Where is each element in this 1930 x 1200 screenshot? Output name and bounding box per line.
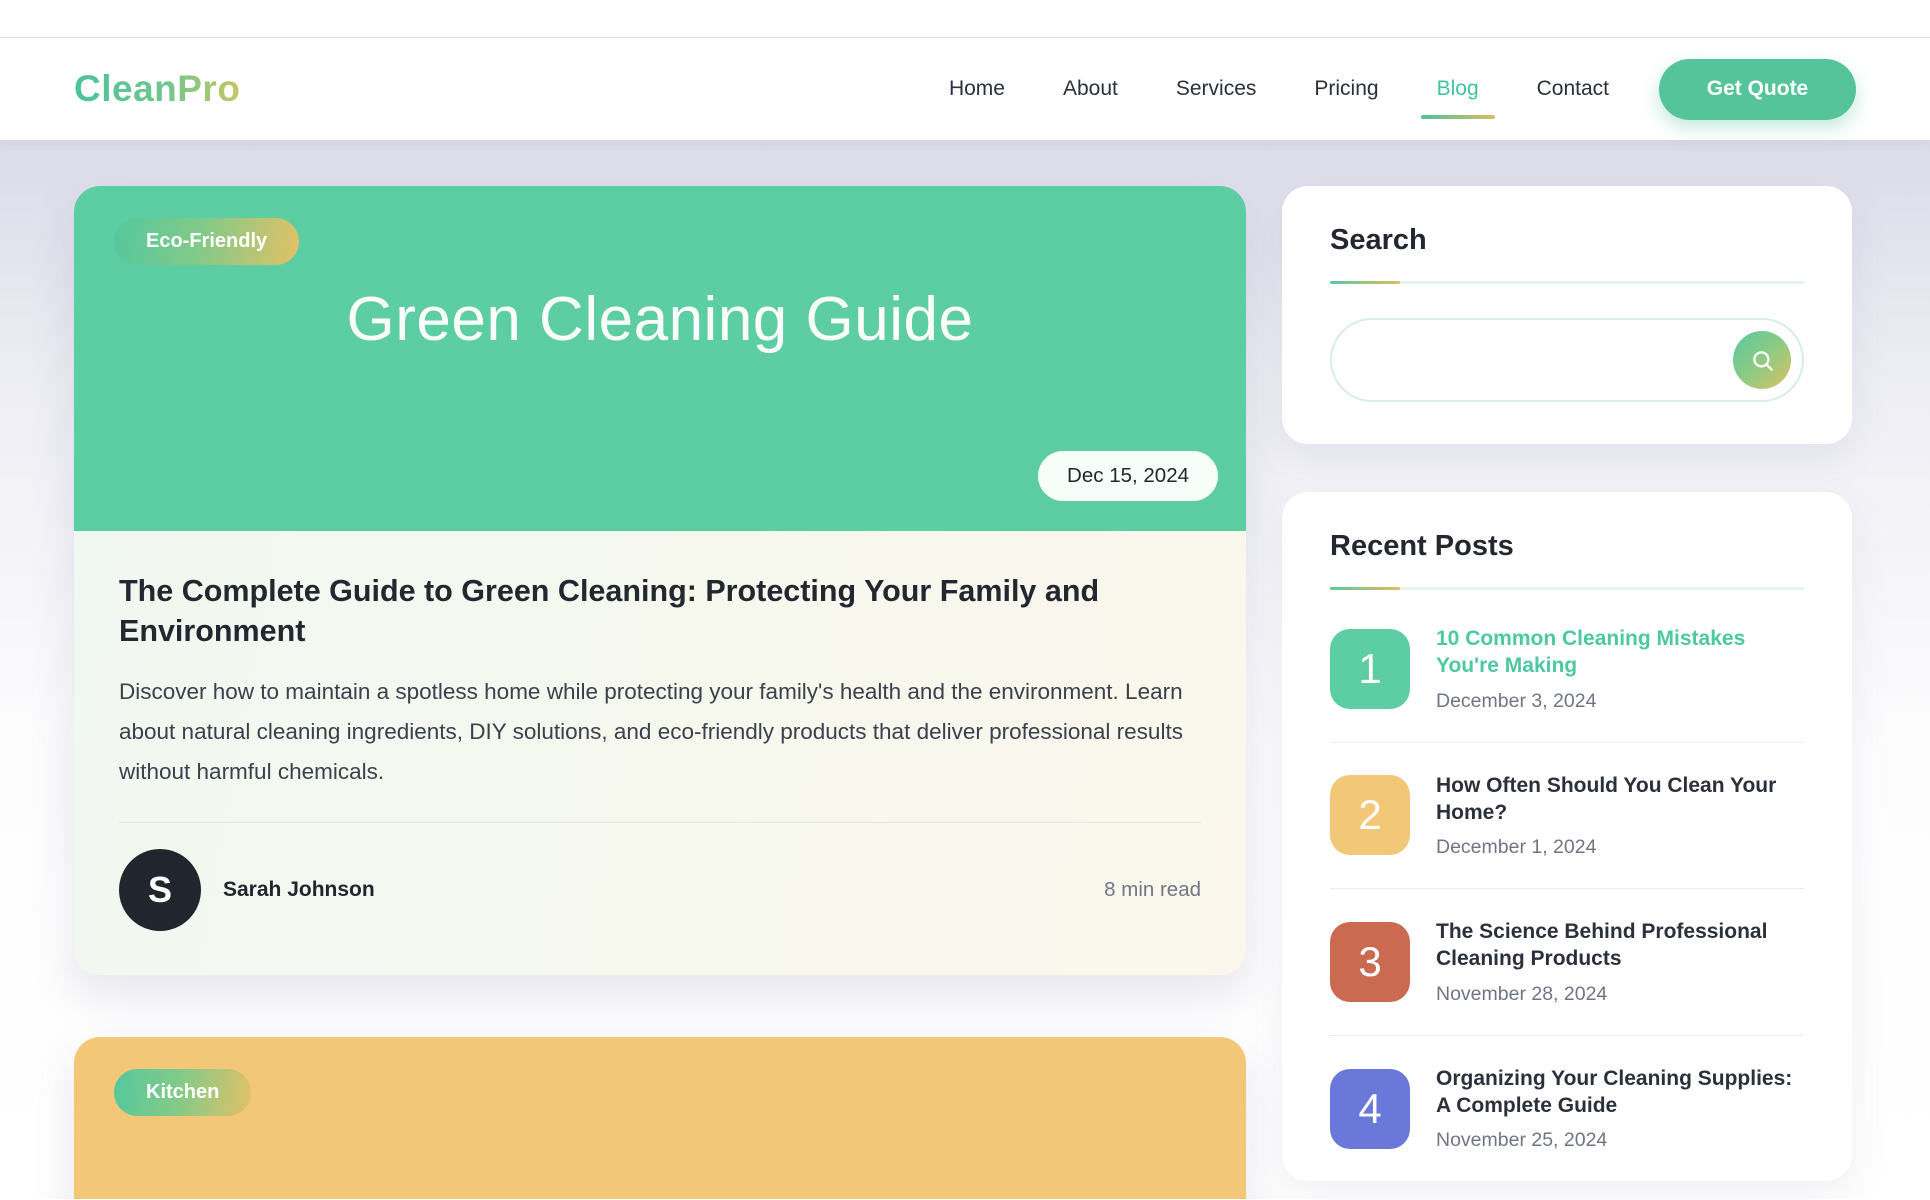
brand-logo[interactable]: CleanPro: [74, 68, 240, 110]
search-heading: Search: [1330, 224, 1804, 257]
heading-underline: [1330, 587, 1804, 590]
site-header: CleanPro Home About Services Pricing Blo…: [0, 38, 1930, 140]
post-number-badge: 2: [1330, 775, 1410, 855]
second-post-card[interactable]: Kitchen: [74, 1037, 1246, 1199]
recent-posts-list: 1 10 Common Cleaning Mistakes You're Mak…: [1330, 596, 1804, 1181]
post-title[interactable]: The Complete Guide to Green Cleaning: Pr…: [119, 571, 1189, 652]
search-row: [1330, 318, 1804, 402]
post-excerpt: Discover how to maintain a spotless home…: [119, 672, 1201, 792]
recent-post-title[interactable]: 10 Common Cleaning Mistakes You're Makin…: [1436, 625, 1804, 680]
recent-post-item[interactable]: 3 The Science Behind Professional Cleani…: [1330, 889, 1804, 1036]
recent-post-item[interactable]: 1 10 Common Cleaning Mistakes You're Mak…: [1330, 596, 1804, 743]
recent-post-date: November 28, 2024: [1436, 983, 1804, 1006]
sidebar: Search Recent Posts 1: [1282, 186, 1852, 1181]
author-avatar: S: [119, 849, 201, 931]
recent-post-item[interactable]: 4 Organizing Your Cleaning Supplies: A C…: [1330, 1036, 1804, 1182]
post-number-badge: 1: [1330, 629, 1410, 709]
recent-post-date: November 25, 2024: [1436, 1129, 1804, 1152]
author-row: S Sarah Johnson 8 min read: [119, 849, 1201, 931]
author-name: Sarah Johnson: [223, 878, 375, 902]
recent-post-info: The Science Behind Professional Cleaning…: [1436, 918, 1804, 1006]
recent-post-date: December 1, 2024: [1436, 836, 1804, 859]
recent-posts-heading: Recent Posts: [1330, 530, 1804, 563]
featured-post-hero: Eco-Friendly Green Cleaning Guide Dec 15…: [74, 186, 1246, 531]
recent-post-info: Organizing Your Cleaning Supplies: A Com…: [1436, 1065, 1804, 1153]
recent-post-info: 10 Common Cleaning Mistakes You're Makin…: [1436, 625, 1804, 713]
nav-link-pricing[interactable]: Pricing: [1314, 77, 1378, 101]
post-number-badge: 4: [1330, 1069, 1410, 1149]
category-badge[interactable]: Kitchen: [114, 1069, 251, 1116]
post-date-pill: Dec 15, 2024: [1038, 451, 1218, 501]
nav-link-about[interactable]: About: [1063, 77, 1118, 101]
divider: [119, 822, 1201, 823]
nav-link-contact[interactable]: Contact: [1537, 77, 1609, 101]
search-icon: [1749, 347, 1776, 374]
category-badge[interactable]: Eco-Friendly: [114, 218, 299, 265]
recent-post-item[interactable]: 2 How Often Should You Clean Your Home? …: [1330, 743, 1804, 890]
nav-link-services[interactable]: Services: [1176, 77, 1257, 101]
main-nav: Home About Services Pricing Blog Contact: [949, 77, 1609, 101]
nav-link-blog[interactable]: Blog: [1437, 77, 1479, 101]
nav-link-home[interactable]: Home: [949, 77, 1005, 101]
blog-main-column: Eco-Friendly Green Cleaning Guide Dec 15…: [74, 186, 1246, 1199]
get-quote-button[interactable]: Get Quote: [1659, 59, 1856, 120]
search-button[interactable]: [1733, 331, 1791, 389]
recent-post-date: December 3, 2024: [1436, 690, 1804, 713]
featured-post-body: The Complete Guide to Green Cleaning: Pr…: [74, 531, 1246, 975]
search-card: Search: [1282, 186, 1852, 444]
recent-post-title[interactable]: Organizing Your Cleaning Supplies: A Com…: [1436, 1065, 1804, 1120]
recent-posts-card: Recent Posts 1 10 Common Cleaning Mistak…: [1282, 492, 1852, 1181]
recent-post-info: How Often Should You Clean Your Home? De…: [1436, 772, 1804, 860]
page-content: Eco-Friendly Green Cleaning Guide Dec 15…: [0, 140, 1930, 1199]
recent-post-title[interactable]: How Often Should You Clean Your Home?: [1436, 772, 1804, 827]
featured-post-card[interactable]: Eco-Friendly Green Cleaning Guide Dec 15…: [74, 186, 1246, 975]
top-strip: [0, 0, 1930, 38]
read-time: 8 min read: [1104, 878, 1201, 902]
heading-underline: [1330, 281, 1804, 284]
hero-title: Green Cleaning Guide: [74, 284, 1246, 355]
post-number-badge: 3: [1330, 922, 1410, 1002]
recent-post-title[interactable]: The Science Behind Professional Cleaning…: [1436, 918, 1804, 973]
second-post-hero: Kitchen: [74, 1037, 1246, 1199]
